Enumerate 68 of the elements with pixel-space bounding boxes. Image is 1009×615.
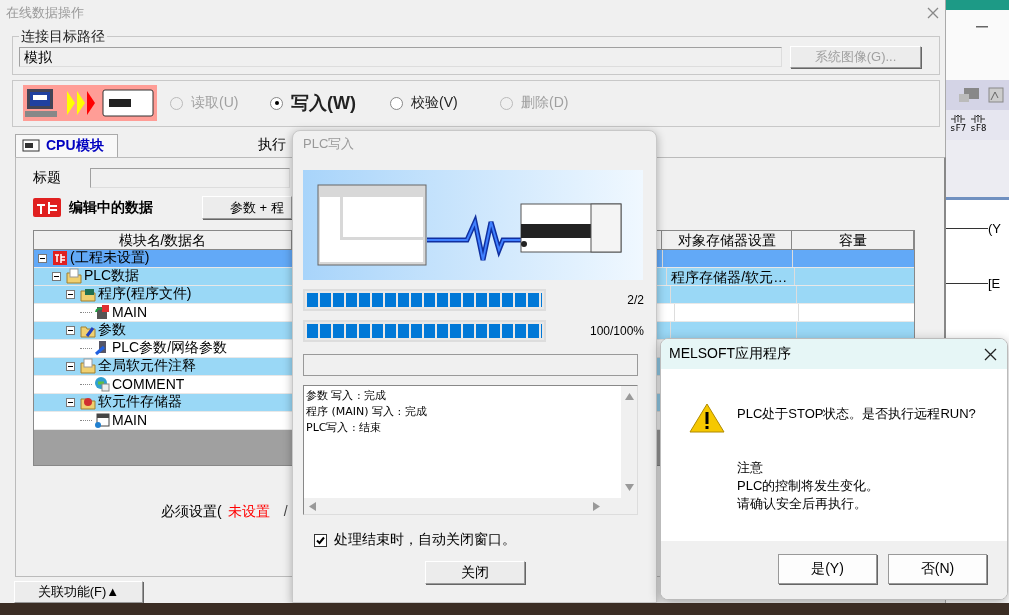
execute-label: 执行 <box>258 136 286 155</box>
tree-item[interactable]: MAIN <box>112 412 147 429</box>
field-label: 标题 <box>33 168 62 187</box>
scroll-up-icon[interactable] <box>624 392 634 401</box>
progress-reading: 100/100% <box>589 324 644 338</box>
scroll-down-icon[interactable] <box>624 483 634 492</box>
progress-reading: 2/2 <box>627 293 644 307</box>
required-label: 必须设置( <box>161 502 222 521</box>
column-header: 容量 <box>792 230 914 249</box>
contact-icon <box>970 114 987 124</box>
yes-button[interactable]: 是(Y) <box>778 554 877 584</box>
message-text: PLC处于STOP状态。是否执行远程RUN? <box>737 405 976 423</box>
no-button[interactable]: 否(N) <box>888 554 987 584</box>
module-icon <box>22 139 40 153</box>
column-header: 对象存储器设置 <box>661 230 793 249</box>
title-bar <box>946 0 1009 10</box>
expand-toggle[interactable] <box>52 271 64 281</box>
expand-toggle[interactable] <box>38 253 50 263</box>
tree-item[interactable]: COMMENT <box>112 376 185 393</box>
radio-button[interactable]: 写入(W) <box>270 91 390 116</box>
minimize-icon[interactable] <box>976 26 988 28</box>
status-text: 未设置 <box>227 502 270 521</box>
tree-item[interactable]: PLC参数/网络参数 <box>112 339 228 358</box>
plc-icon <box>33 198 61 218</box>
expand-toggle[interactable] <box>66 361 78 371</box>
note-text: PLC的控制将发生变化。 <box>737 477 881 495</box>
tree-item[interactable]: 参数 <box>98 321 126 340</box>
toolbar-icon[interactable] <box>988 86 1004 104</box>
tree-item[interactable]: 程序(程序文件) <box>98 285 192 304</box>
tree-item[interactable]: 全局软元件注释 <box>98 357 196 376</box>
expand-toggle[interactable] <box>66 397 78 407</box>
radio-button[interactable]: 校验(V) <box>390 94 500 113</box>
ladder-element: (Y <box>988 220 1001 236</box>
tree-item[interactable]: PLC数据 <box>84 267 140 286</box>
warning-icon <box>689 402 725 434</box>
close-button[interactable]: 关闭 <box>425 561 525 584</box>
ladder-element: [E <box>988 275 1001 291</box>
tab[interactable]: CPU模块 <box>15 133 118 157</box>
path-field[interactable]: 模拟 <box>19 46 782 67</box>
expand-toggle[interactable] <box>66 289 78 299</box>
checkbox-label: 处理结束时，自动关闭窗口。 <box>334 531 516 549</box>
group-label: 连接目标路径 <box>20 27 106 46</box>
section-label: 编辑中的数据 <box>69 198 154 217</box>
note-text: 注意 <box>737 459 764 477</box>
log-text: 参数 写入 : 完成 程序 (MAIN) 写入 : 完成 PLC写入 : 结束 <box>305 388 428 436</box>
horizontal-scrollbar[interactable] <box>304 498 621 514</box>
dialog-title: PLC写入 <box>303 135 356 153</box>
close-icon[interactable] <box>984 347 997 361</box>
ladder-tool-button[interactable]: sF7 <box>950 114 967 140</box>
tree-item[interactable]: 软元件存储器 <box>98 393 182 412</box>
contact-icon <box>950 114 967 124</box>
window-title: 在线数据操作 <box>6 3 84 22</box>
tree-item[interactable]: (工程未设置) <box>70 249 150 268</box>
checkbox[interactable] <box>314 533 327 547</box>
table-cell: 程序存储器/软元… <box>671 268 788 285</box>
title-field[interactable] <box>90 167 290 188</box>
data-select-button[interactable]: 参数 + 程 <box>202 196 292 220</box>
expand-toggle[interactable] <box>66 325 78 335</box>
separator-text: / <box>283 502 288 521</box>
toolbar-icon[interactable] <box>958 86 980 104</box>
scroll-left-icon[interactable] <box>308 501 317 511</box>
scroll-right-icon[interactable] <box>592 501 601 511</box>
related-functions-button[interactable]: 关联功能(F)▲ <box>14 581 143 603</box>
vertical-scrollbar[interactable] <box>621 386 637 498</box>
tree-item[interactable]: MAIN <box>112 304 147 321</box>
ladder-tool-button[interactable]: sF8 <box>970 114 987 140</box>
note-text: 请确认安全后再执行。 <box>737 495 868 513</box>
dialog-title: MELSOFT应用程序 <box>669 345 792 363</box>
